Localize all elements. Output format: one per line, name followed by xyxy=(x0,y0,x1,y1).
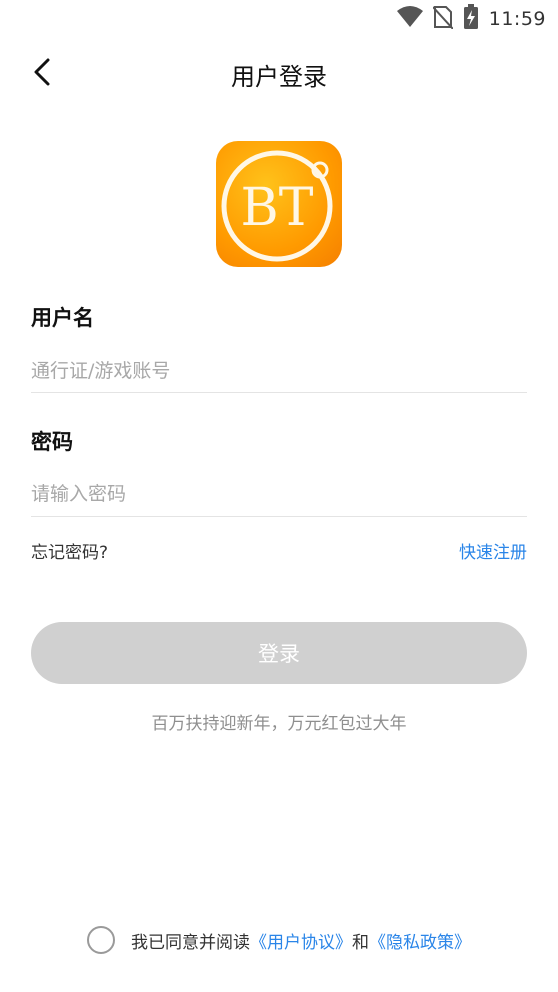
username-input[interactable] xyxy=(31,351,527,391)
password-input[interactable] xyxy=(31,474,527,514)
nav-bar: 用户登录 xyxy=(0,40,558,106)
password-divider xyxy=(31,516,527,517)
agree-checkbox[interactable] xyxy=(87,926,115,954)
battery-charging-icon xyxy=(463,4,479,34)
forgot-password-link[interactable]: 忘记密码? xyxy=(31,538,108,563)
app-logo: BT xyxy=(216,141,342,267)
privacy-policy-link[interactable]: 《隐私政策》 xyxy=(369,928,471,953)
username-divider xyxy=(31,392,527,393)
agreement-prefix: 我已同意并阅读 xyxy=(131,932,250,953)
page-title: 用户登录 xyxy=(231,63,327,91)
status-icons: 11:59 xyxy=(396,4,546,34)
logo-text: BT xyxy=(241,178,314,238)
agreement-row: 我已同意并阅读 《用户协议》 和 《隐私政策》 xyxy=(0,924,558,956)
status-time: 11:59 xyxy=(488,8,546,30)
wifi-icon xyxy=(396,6,423,32)
password-label: 密码 xyxy=(31,430,73,454)
promo-text: 百万扶持迎新年，万元红包过大年 xyxy=(151,714,407,734)
quick-register-link[interactable]: 快速注册 xyxy=(459,538,527,563)
user-agreement-link[interactable]: 《用户协议》 xyxy=(250,928,352,953)
username-label: 用户名 xyxy=(31,306,94,330)
login-button[interactable]: 登录 xyxy=(31,622,527,684)
agreement-conj: 和 xyxy=(352,932,369,953)
status-bar: 11:59 xyxy=(0,0,558,38)
no-sim-icon xyxy=(431,5,454,33)
